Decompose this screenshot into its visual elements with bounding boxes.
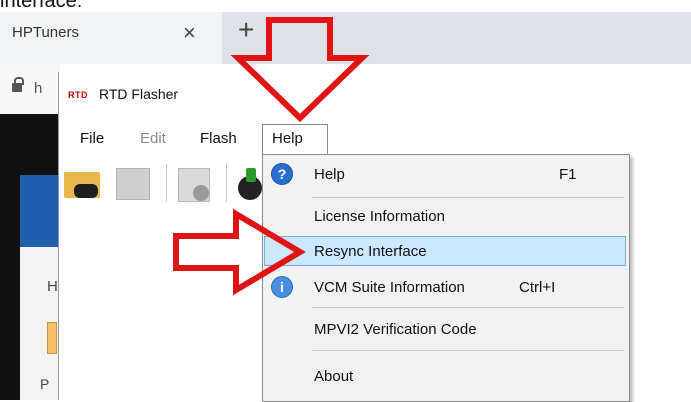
right-arrow-annotation <box>173 208 306 296</box>
down-arrow-annotation <box>230 17 370 123</box>
annotation-layer <box>173 17 370 296</box>
